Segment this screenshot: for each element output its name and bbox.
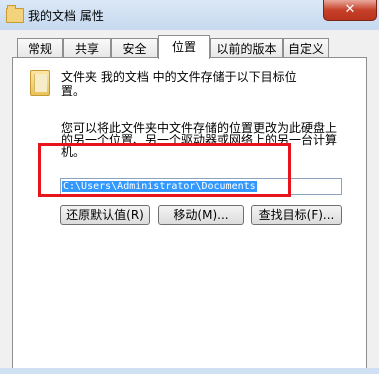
restore-default-button[interactable]: 还原默认值(R) [60, 205, 150, 225]
title-bar: 我的文档 属性 ✕ [0, 0, 379, 30]
folder-icon [6, 5, 24, 23]
tab-security[interactable]: 安全 [111, 38, 158, 58]
window-bottom-frame [0, 368, 379, 374]
move-button[interactable]: 移动(M)... [158, 205, 244, 225]
close-button[interactable]: ✕ [323, 0, 377, 21]
tab-general[interactable]: 常规 [17, 38, 63, 58]
find-target-button[interactable]: 查找目标(F)... [251, 205, 342, 225]
tab-location[interactable]: 位置 [158, 35, 210, 59]
location-text-line1: 文件夹 我的文档 中的文件存储于以下目标位 [61, 70, 297, 84]
highlight-annotation-box [38, 143, 291, 197]
tab-sharing[interactable]: 共享 [63, 38, 111, 58]
tab-previous-versions[interactable]: 以前的版本 [210, 38, 283, 58]
window-title: 我的文档 属性 [28, 9, 104, 23]
tab-customize[interactable]: 自定义 [283, 38, 329, 58]
documents-folder-icon [30, 70, 50, 96]
location-text-line2: 置。 [61, 84, 86, 98]
